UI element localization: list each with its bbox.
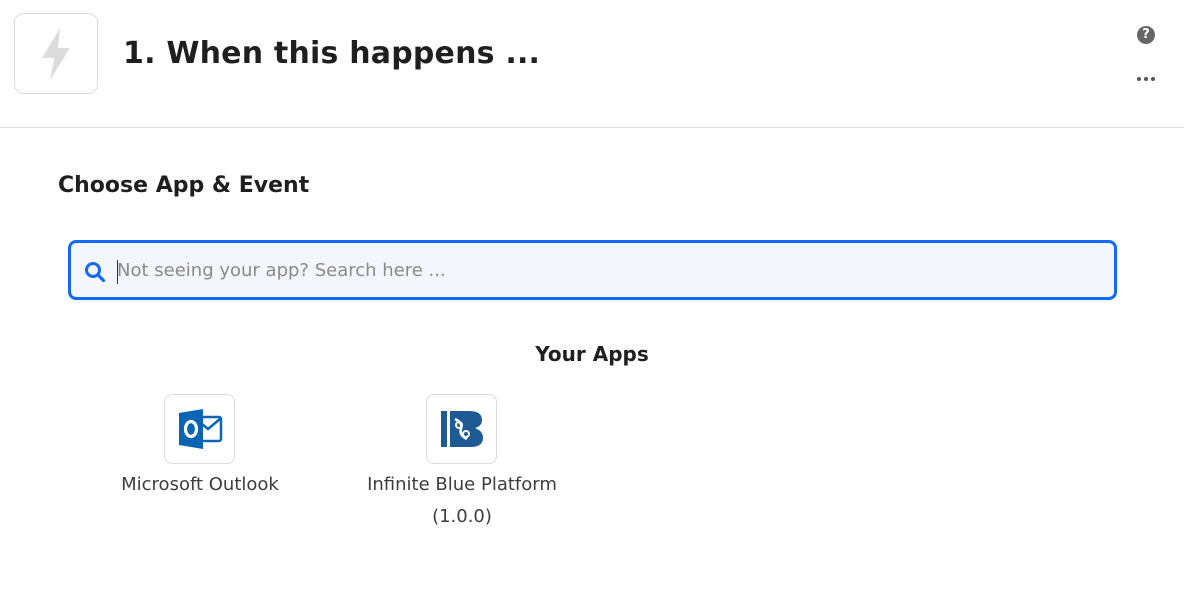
- infinite-blue-b-icon: [440, 411, 483, 447]
- app-infinite-blue-platform[interactable]: Infinite Blue Platform (1.0.0): [360, 394, 564, 534]
- step-title: 1. When this happens ...: [123, 36, 541, 71]
- lightning-bolt-icon[interactable]: [14, 13, 98, 94]
- search-icon: [85, 262, 106, 283]
- app-search-input[interactable]: [117, 253, 1107, 287]
- app-version: (1.0.0): [432, 506, 492, 527]
- outlook-envelope-icon: [178, 409, 222, 449]
- text-cursor: [117, 260, 118, 284]
- dot: [1151, 77, 1155, 81]
- section-title: Choose App & Event: [58, 173, 310, 198]
- microsoft-outlook-logo: [164, 394, 235, 464]
- help-icon[interactable]: ?: [1137, 26, 1155, 44]
- app-microsoft-outlook[interactable]: Microsoft Outlook: [110, 394, 290, 504]
- app-name: Infinite Blue Platform: [367, 474, 557, 495]
- app-name: Microsoft Outlook: [121, 474, 279, 495]
- dot: [1144, 77, 1148, 81]
- dot: [1137, 77, 1141, 81]
- more-options-icon[interactable]: [1134, 70, 1158, 88]
- step-header: 1. When this happens ... ?: [0, 0, 1184, 128]
- app-search-box[interactable]: [68, 240, 1117, 300]
- infinite-blue-logo: [426, 394, 497, 464]
- your-apps-heading: Your Apps: [535, 342, 649, 366]
